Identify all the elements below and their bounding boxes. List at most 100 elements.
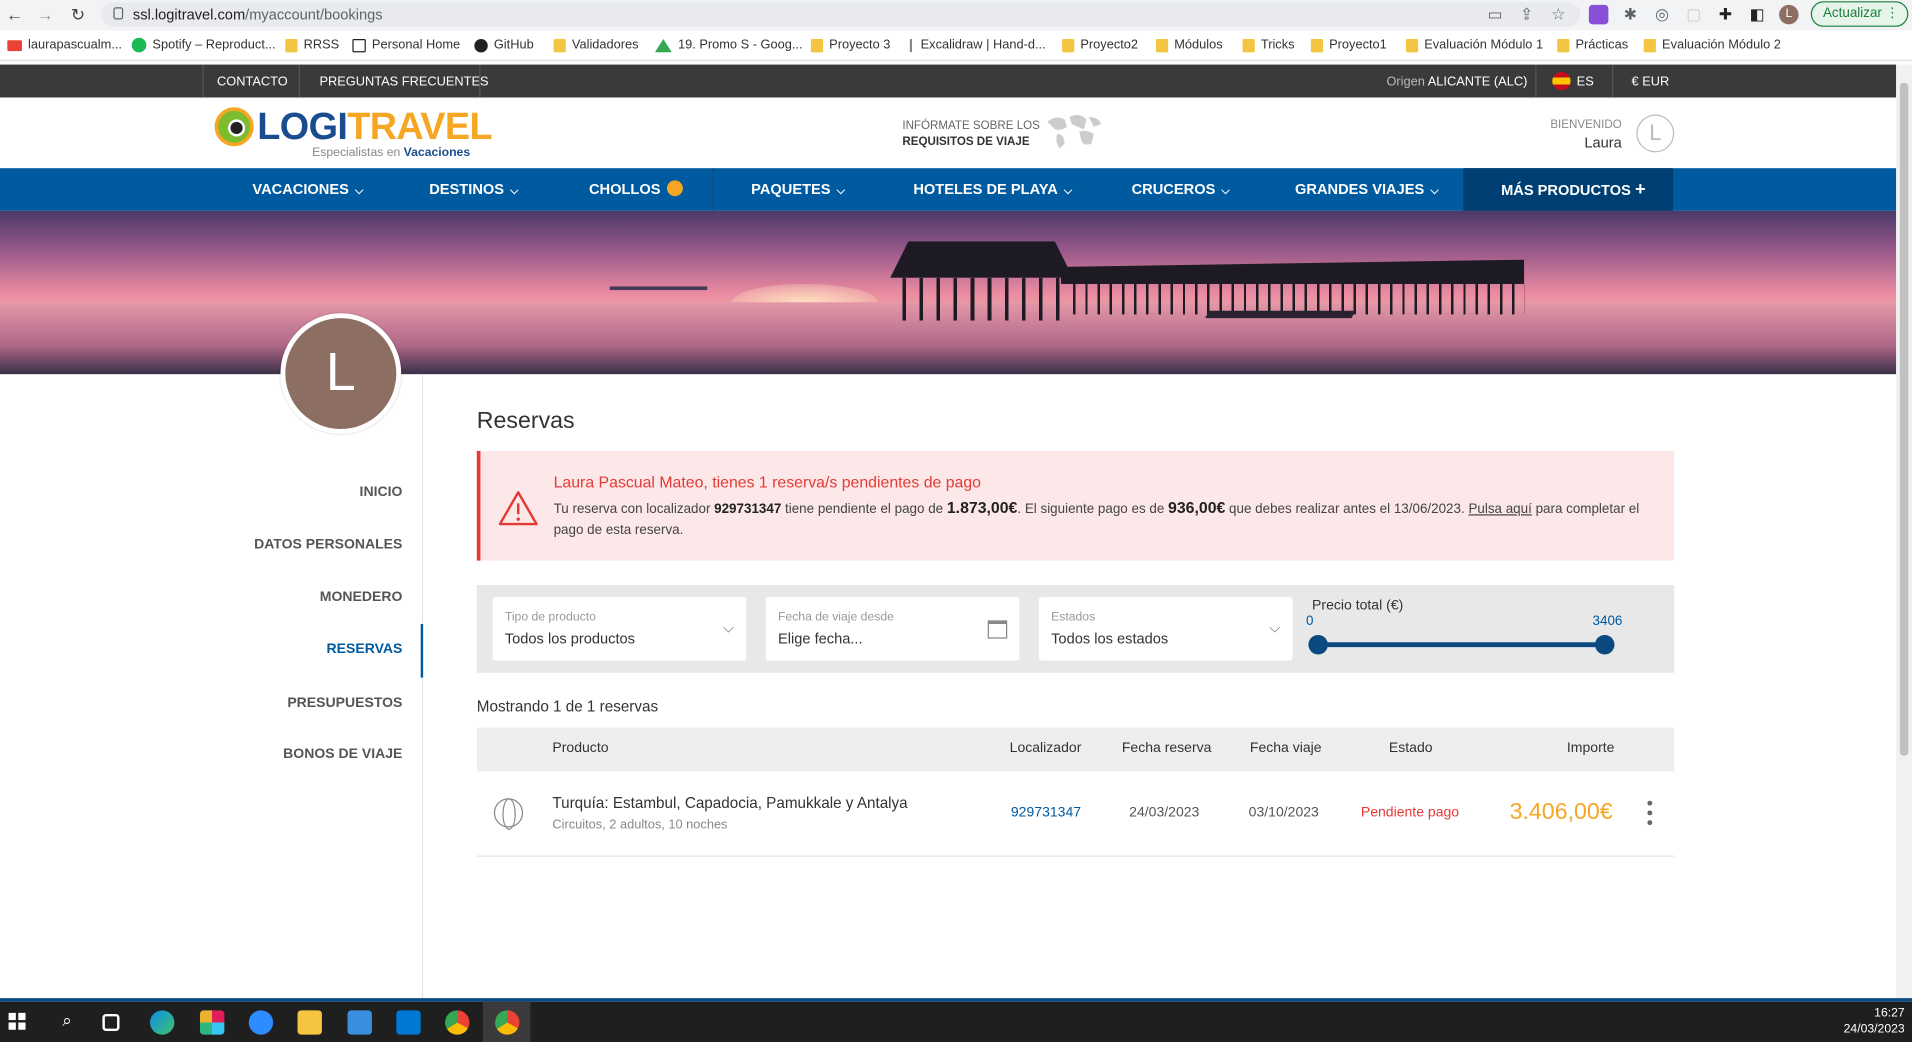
bookmark-rrss[interactable]: RRSS [285,38,339,52]
extension-icon[interactable] [1588,4,1609,25]
chevron-down-icon: ⌵ [1063,184,1073,197]
chrome-profile-icon[interactable] [495,1010,520,1035]
bookmark-label: Proyecto 3 [829,37,891,53]
vscode-icon[interactable] [396,1010,421,1035]
bookmark-evaluacion-1[interactable]: Evaluación Módulo 1 [1405,38,1543,52]
booking-date: 24/03/2023 [1129,805,1200,821]
bookmark-personal-home[interactable]: Personal Home [352,37,461,53]
bug-icon[interactable]: ✱ [1621,5,1641,24]
alert-pending-amount: 1.873,00€ [946,498,1018,517]
bookmark-proyecto1[interactable]: Proyecto1 [1310,38,1387,52]
sidepanel-icon[interactable]: ◧ [1747,5,1767,24]
travel-requirements-link[interactable]: INFÓRMATE SOBRE LOS REQUISITOS DE VIAJE [902,118,1040,150]
faq-link[interactable]: PREGUNTAS FRECUENTES [319,74,488,89]
booking-locator[interactable]: 929731347 [1011,806,1081,821]
reload-icon[interactable]: ↻ [66,4,90,26]
nav-label: HOTELES DE PLAYA [913,180,1058,198]
bookmark-excalidraw[interactable]: Excalidraw | Hand-d... [909,38,1046,52]
sidebar-item-bonos-viaje[interactable]: BONOS DE VIAJE [219,747,402,762]
task-view-icon[interactable] [102,1013,120,1032]
nav-mas-productos[interactable]: MÁS PRODUCTOS + [1501,168,1646,211]
tab-search-icon[interactable]: ▭ [1485,5,1505,24]
nav-destinos[interactable]: DESTINOS ⌵ [429,168,518,211]
booking-product[interactable]: Turquía: Estambul, Capadocia, Pamukkale … [552,795,907,812]
logo-tagline: Especialistas en Vacaciones [312,146,470,159]
sidebar-item-presupuestos[interactable]: PRESUPUESTOS [219,696,402,711]
mail-icon[interactable] [347,1010,372,1035]
share-icon[interactable]: ⇪ [1517,5,1537,24]
nav-hoteles-playa[interactable]: HOTELES DE PLAYA ⌵ [913,168,1072,211]
user-avatar[interactable]: L [1636,114,1675,153]
alert-pay-link[interactable]: Pulsa aquí [1468,502,1531,517]
zoom-icon[interactable] [248,1010,274,1035]
slack-icon[interactable] [199,1010,225,1035]
profile-icon[interactable]: L [1779,4,1799,25]
more-options-icon[interactable] [1647,800,1653,828]
address-bar[interactable]: ssl.logitravel.com/myaccount/bookings [101,2,1581,27]
bookmark-evaluacion-2[interactable]: Evaluación Módulo 2 [1643,37,1781,53]
product-type-select[interactable]: Tipo de producto Todos los productos ⌵ [492,597,747,661]
windows-start-icon[interactable] [8,1012,26,1030]
page-title: Reservas [476,408,575,434]
translate-icon[interactable]: ◎ [1652,5,1672,24]
bookmark-label: Evaluación Módulo 2 [1662,37,1781,53]
sidebar-item-reservas[interactable]: RESERVAS [219,642,403,657]
star-icon[interactable]: ☆ [1549,5,1569,24]
nav-grandes-viajes[interactable]: GRANDES VIAJES ⌵ [1295,168,1439,211]
chrome-icon[interactable] [445,1010,470,1035]
search-icon[interactable]: ⌕ [55,1010,79,1034]
product-type-label: Tipo de producto [504,610,596,624]
price-min-handle[interactable] [1308,634,1328,655]
system-clock[interactable]: 16:27 24/03/2023 [1844,1005,1905,1037]
bookmark-tricks[interactable]: Tricks [1242,38,1295,52]
bookmark-promo[interactable]: 19. Promo S - Goog... [654,38,803,52]
welcome-block[interactable]: BIENVENIDO Laura [1536,118,1621,151]
url-host: ssl.logitravel.com [132,6,246,24]
bookmark-gmail[interactable]: laurapascualm... [7,38,122,52]
bookings-table-header: Producto Localizador Fecha reserva Fecha… [476,727,1675,772]
bookmark-proyecto3[interactable]: Proyecto 3 [810,37,891,53]
bookmark-label: Personal Home [371,37,461,53]
currency-selector[interactable]: € EUR [1632,74,1670,89]
sidebar-item-inicio[interactable]: INICIO [219,485,403,500]
price-max-handle[interactable] [1594,634,1615,655]
spain-flag-icon[interactable] [1552,71,1571,91]
sidebar-item-datos-personales[interactable]: DATOS PERSONALES [219,537,402,552]
price-range-track[interactable] [1318,642,1606,648]
bookmark-github[interactable]: GitHub [474,38,534,52]
nav-chollos[interactable]: CHOLLOS [589,168,683,211]
bookmark-practicas[interactable]: Prácticas [1557,38,1628,52]
origin-value: ALICANTE (ALC) [1427,74,1528,89]
excalidraw-icon [909,38,915,52]
status-select[interactable]: Estados Todos los estados ⌵ [1038,597,1293,661]
forward-icon[interactable]: → [33,4,57,26]
contact-link[interactable]: CONTACTO [217,74,288,89]
logo[interactable]: LOGITRAVEL [257,105,492,149]
logitravel-logo-icon[interactable] [214,107,254,147]
scrollbar-thumb[interactable] [1899,82,1909,756]
update-button[interactable]: Actualizar ⋮ [1810,1,1909,27]
bookmark-proyecto2[interactable]: Proyecto2 [1062,38,1138,52]
bookmark-validadores[interactable]: Validadores [553,37,639,53]
file-explorer-icon[interactable] [297,1010,322,1035]
nav-cruceros[interactable]: CRUCEROS ⌵ [1132,168,1230,211]
language-selector[interactable]: ES [1577,74,1594,89]
origin-selector[interactable]: Origen ALICANTE (ALC) [1386,74,1527,89]
extension-icon-2[interactable]: ▢ [1684,5,1704,24]
back-icon[interactable]: ← [2,4,26,26]
nav-paquetes[interactable]: PAQUETES ⌵ [751,168,845,211]
filters-panel: Tipo de producto Todos los productos ⌵ F… [476,584,1675,673]
alert-text-3: . El siguiente pago es de [1017,502,1169,517]
calendar-icon[interactable] [987,620,1008,639]
sidebar-item-monedero[interactable]: MONEDERO [219,590,403,605]
nav-vacaciones[interactable]: VACACIONES ⌵ [252,168,363,211]
bookmark-spotify[interactable]: Spotify – Reproduct... [131,37,276,53]
puzzle-icon[interactable]: ✚ [1716,5,1736,24]
edge-icon[interactable] [149,1010,175,1035]
bookmark-label: Validadores [571,37,639,53]
alert-locator: 929731347 [714,502,782,517]
bookmark-modulos[interactable]: Módulos [1155,38,1223,52]
profile-avatar[interactable]: L [280,313,402,434]
travel-date-input[interactable]: Fecha de viaje desde Elige fecha... [765,597,1020,661]
table-row[interactable]: Turquía: Estambul, Capadocia, Pamukkale … [476,771,1675,857]
